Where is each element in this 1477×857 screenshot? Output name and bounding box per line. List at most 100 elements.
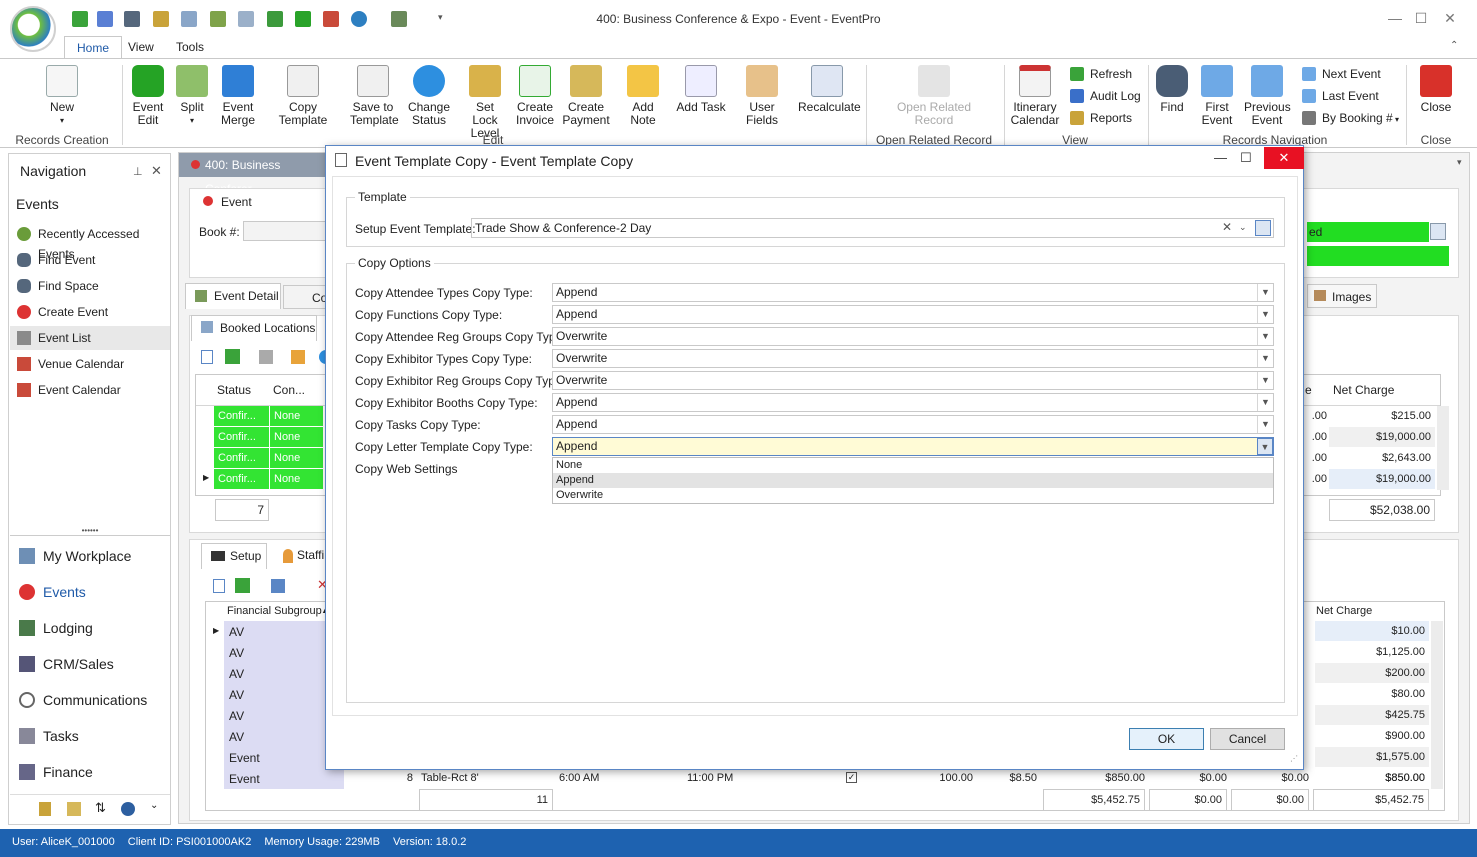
tab-staffing[interactable]: Staffi bbox=[271, 543, 327, 569]
booked-scrollbar[interactable] bbox=[1437, 406, 1449, 490]
module-communications[interactable]: Communications bbox=[19, 689, 147, 711]
grid-add-icon[interactable] bbox=[225, 349, 240, 364]
copy-letter-template-select[interactable]: Append ▼ bbox=[552, 437, 1274, 456]
nav-item-find-space[interactable]: Find Space bbox=[17, 276, 99, 296]
setup-event-template-input[interactable]: Trade Show & Conference-2 Day bbox=[471, 218, 1274, 238]
copy-attendee-types-select[interactable]: Append ▼ bbox=[552, 283, 1274, 302]
template-picker-icon[interactable] bbox=[1255, 220, 1271, 236]
minimize-button[interactable]: — bbox=[1384, 10, 1406, 26]
new-button[interactable]: New ▾ bbox=[40, 65, 84, 127]
dropdown-option-none[interactable]: None bbox=[553, 458, 1273, 473]
nav-close-icon[interactable]: ✕ bbox=[151, 163, 162, 179]
module-events[interactable]: Events bbox=[19, 581, 86, 603]
col-e[interactable]: e bbox=[1305, 383, 1312, 397]
copy-exhibitor-types-select[interactable]: Overwrite ▼ bbox=[552, 349, 1274, 368]
module-lodging[interactable]: Lodging bbox=[19, 617, 93, 639]
resize-grip-icon[interactable]: ⋰ bbox=[1290, 754, 1298, 763]
dropdown-option-append[interactable]: Append bbox=[553, 473, 1273, 488]
set-lock-level-button[interactable]: Set Lock Level bbox=[462, 65, 508, 140]
previous-event-button[interactable]: Previous Event bbox=[1244, 65, 1291, 127]
row3-con[interactable]: None bbox=[270, 448, 324, 468]
user-fields-button[interactable]: User Fields bbox=[734, 65, 790, 127]
setup-row6-sub[interactable]: AV bbox=[229, 730, 244, 744]
nav-item-find-event[interactable]: Find Event bbox=[17, 250, 95, 270]
next-event-button[interactable]: Next Event bbox=[1302, 65, 1381, 83]
globe-icon[interactable] bbox=[121, 802, 135, 816]
pin-icon[interactable]: ⊥ bbox=[133, 165, 143, 178]
add-note-button[interactable]: Add Note bbox=[618, 65, 668, 127]
setup-row2-sub[interactable]: AV bbox=[229, 646, 244, 660]
ribbon-collapse-icon[interactable]: ⌃ bbox=[1450, 40, 1458, 51]
clear-template-icon[interactable]: ✕ bbox=[1222, 220, 1232, 234]
nav-item-venue-calendar[interactable]: Venue Calendar bbox=[17, 354, 124, 374]
nav-overflow-icon[interactable]: ⌄ bbox=[150, 800, 158, 811]
change-status-button[interactable]: Change Status bbox=[404, 65, 454, 127]
event-merge-button[interactable]: Event Merge bbox=[216, 65, 260, 127]
status-picker-icon[interactable] bbox=[1430, 223, 1446, 240]
doc-overflow-icon[interactable]: ▾ bbox=[1457, 157, 1462, 168]
setup-row7-sub[interactable]: Event bbox=[229, 751, 260, 765]
first-event-button[interactable]: First Event bbox=[1196, 65, 1238, 127]
create-payment-button[interactable]: Create Payment bbox=[562, 65, 610, 127]
setup-row3-sub[interactable]: AV bbox=[229, 667, 244, 681]
dropdown-option-overwrite[interactable]: Overwrite bbox=[553, 488, 1273, 503]
setup-new-icon[interactable] bbox=[213, 579, 225, 593]
row4-status[interactable]: Confir... bbox=[214, 469, 270, 489]
add-task-button[interactable]: Add Task bbox=[676, 65, 726, 114]
grid-new-icon[interactable] bbox=[201, 350, 213, 364]
tab-home[interactable]: Home bbox=[64, 36, 123, 58]
dialog-close-button[interactable]: ✕ bbox=[1264, 147, 1304, 169]
maximize-button[interactable]: ☐ bbox=[1410, 10, 1432, 27]
nav-splitter[interactable]: •••••• bbox=[10, 526, 170, 536]
setup-row4-sub[interactable]: AV bbox=[229, 688, 244, 702]
doc-tab[interactable]: 400: Business Conferer bbox=[179, 153, 327, 196]
col-status[interactable]: Status bbox=[217, 383, 251, 397]
copy-attendee-reg-groups-select[interactable]: Overwrite ▼ bbox=[552, 327, 1274, 346]
copy-exhibitor-reg-groups-select[interactable]: Overwrite ▼ bbox=[552, 371, 1274, 390]
tab-tools[interactable]: Tools bbox=[164, 36, 216, 58]
copy-tasks-select[interactable]: Append ▼ bbox=[552, 415, 1274, 434]
last-row-checkbox[interactable]: ✓ bbox=[846, 772, 857, 783]
sort-icon[interactable]: ⇅ bbox=[95, 800, 106, 816]
tab-co[interactable]: Co bbox=[283, 285, 327, 309]
note-small-icon[interactable] bbox=[39, 802, 51, 816]
by-booking-button[interactable]: By Booking # ▾ bbox=[1302, 109, 1399, 127]
find-button[interactable]: Find bbox=[1154, 65, 1190, 114]
copy-template-button[interactable]: Copy Template bbox=[264, 65, 342, 127]
ok-button[interactable]: OK bbox=[1129, 728, 1204, 750]
row1-con[interactable]: None bbox=[270, 406, 324, 426]
close-window-button[interactable]: ✕ bbox=[1439, 10, 1461, 27]
setup-row5-sub[interactable]: AV bbox=[229, 709, 244, 723]
setup-row1-sub[interactable]: AV bbox=[229, 625, 244, 639]
col-setup-net-charge[interactable]: Net Charge bbox=[1316, 605, 1372, 617]
module-finance[interactable]: Finance bbox=[19, 761, 93, 783]
row3-status[interactable]: Confir... bbox=[214, 448, 270, 468]
nav-item-create-event[interactable]: Create Event bbox=[17, 302, 108, 322]
grid-edit-icon[interactable] bbox=[291, 350, 305, 364]
setup-row8-sub[interactable]: Event bbox=[229, 772, 260, 786]
save-to-template-button[interactable]: Save to Template bbox=[350, 65, 399, 127]
dialog-minimize-button[interactable]: — bbox=[1214, 150, 1227, 165]
book-input[interactable] bbox=[243, 221, 327, 241]
event-edit-button[interactable]: Event Edit bbox=[128, 65, 168, 127]
row4-con[interactable]: None bbox=[270, 469, 324, 489]
template-dropdown-icon[interactable]: ⌄ bbox=[1239, 222, 1247, 233]
grid-save-icon[interactable] bbox=[259, 350, 273, 364]
nav-item-event-list[interactable]: Event List bbox=[17, 328, 91, 348]
col-financial-subgroup[interactable]: Financial Subgroup bbox=[227, 605, 322, 617]
row2-status[interactable]: Confir... bbox=[214, 427, 270, 447]
create-invoice-button[interactable]: Create Invoice bbox=[514, 65, 556, 127]
split-button[interactable]: Split ▾ bbox=[174, 65, 210, 127]
module-my-workplace[interactable]: My Workplace bbox=[19, 545, 131, 567]
row2-con[interactable]: None bbox=[270, 427, 324, 447]
copy-small-icon[interactable] bbox=[67, 802, 81, 816]
setup-add-icon[interactable] bbox=[235, 578, 250, 593]
setup-scrollbar[interactable] bbox=[1431, 621, 1443, 789]
refresh-button[interactable]: Refresh bbox=[1070, 65, 1132, 83]
dialog-maximize-button[interactable]: ☐ bbox=[1240, 150, 1252, 166]
reports-button[interactable]: Reports bbox=[1070, 109, 1132, 127]
col-net-charge[interactable]: Net Charge bbox=[1333, 383, 1394, 397]
tab-view[interactable]: View bbox=[116, 36, 166, 58]
copy-exhibitor-booths-select[interactable]: Append ▼ bbox=[552, 393, 1274, 412]
open-related-record-button[interactable]: Open Related Record bbox=[896, 65, 972, 127]
